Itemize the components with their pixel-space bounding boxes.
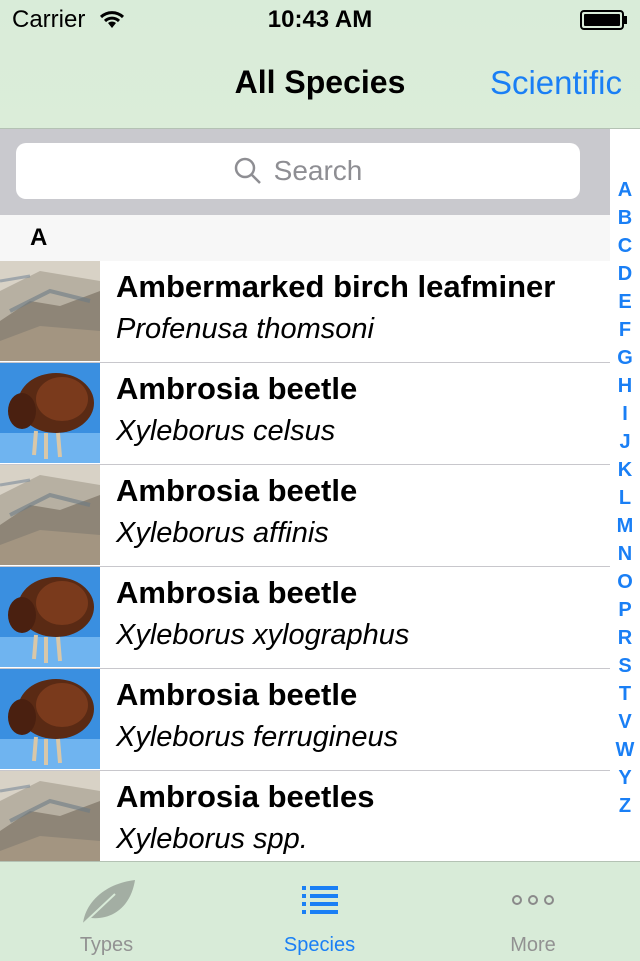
tab-label: Species <box>283 934 356 956</box>
common-name: Ambrosia beetle <box>116 473 358 508</box>
thumbnail <box>0 261 100 361</box>
list-icon <box>301 886 338 914</box>
common-name: Ambermarked birch leafminer <box>116 269 556 304</box>
index-letter-p[interactable]: P <box>610 596 640 624</box>
thumbnail <box>0 363 100 463</box>
index-letter-r[interactable]: R <box>610 624 640 652</box>
common-name: Ambrosia beetle <box>116 371 358 406</box>
scientific-name: Xyleborus celsus <box>116 415 336 447</box>
index-letter-k[interactable]: K <box>610 456 640 484</box>
index-letter-f[interactable]: F <box>610 316 640 344</box>
more-dots-icon <box>512 895 554 905</box>
status-bar: Carrier 10:43 AM <box>0 0 640 40</box>
landscape-photo <box>0 261 100 361</box>
index-letter-i[interactable]: I <box>610 400 640 428</box>
common-name: Ambrosia beetles <box>116 779 375 814</box>
status-time: 10:43 AM <box>267 6 373 33</box>
search-bar: Search <box>0 129 610 215</box>
landscape-photo <box>0 771 100 861</box>
tab-label: More <box>510 934 556 956</box>
tab-species[interactable]: Species <box>213 862 426 961</box>
beetle-photo <box>0 669 100 769</box>
index-letter-s[interactable]: S <box>610 652 640 680</box>
section-header: A <box>0 215 610 261</box>
common-name: Ambrosia beetle <box>116 575 358 610</box>
common-name: Ambrosia beetle <box>116 677 358 712</box>
tab-more[interactable]: More <box>426 862 640 961</box>
battery-icon <box>580 10 627 30</box>
index-letter-a[interactable]: A <box>610 176 640 204</box>
section-letter: A <box>30 224 48 251</box>
scientific-name: Xyleborus xylographus <box>116 619 410 651</box>
tab-bar: Types Species More <box>0 861 640 961</box>
scientific-name: Xyleborus ferrugineus <box>116 721 399 753</box>
index-letter-v[interactable]: V <box>610 708 640 736</box>
thumbnail <box>0 771 100 861</box>
index-letter-o[interactable]: O <box>610 568 640 596</box>
list-item[interactable]: Ambrosia beetle Xyleborus affinis <box>0 465 610 567</box>
search-placeholder: Search <box>273 155 363 186</box>
navigation-bar: Carrier 10:43 AM All Species Scientific <box>0 0 640 129</box>
species-list[interactable]: Search A Ambermarked birch leafminer Pro… <box>0 129 640 861</box>
tab-types[interactable]: Types <box>0 862 213 961</box>
rows-container: Ambermarked birch leafminer Profenusa th… <box>0 261 610 861</box>
index-letter-g[interactable]: G <box>610 344 640 372</box>
list-item[interactable]: Ambrosia beetle Xyleborus xylographus <box>0 567 610 669</box>
scientific-button[interactable]: Scientific <box>490 64 622 102</box>
index-letter-t[interactable]: T <box>610 680 640 708</box>
scientific-name: Xyleborus affinis <box>116 517 329 549</box>
list-item[interactable]: Ambrosia beetles Xyleborus spp. <box>0 771 610 861</box>
search-input[interactable]: Search <box>16 143 580 199</box>
landscape-photo <box>0 465 100 565</box>
index-letter-d[interactable]: D <box>610 260 640 288</box>
index-letter-j[interactable]: J <box>610 428 640 456</box>
search-icon <box>234 157 261 184</box>
list-item[interactable]: Ambermarked birch leafminer Profenusa th… <box>0 261 610 363</box>
list-item[interactable]: Ambrosia beetle Xyleborus celsus <box>0 363 610 465</box>
index-letter-b[interactable]: B <box>610 204 640 232</box>
index-letter-h[interactable]: H <box>610 372 640 400</box>
scientific-name: Profenusa thomsoni <box>116 313 374 345</box>
tab-label: Types <box>79 934 134 956</box>
index-letter-y[interactable]: Y <box>610 764 640 792</box>
section-index[interactable]: ABCDEFGHIJKLMNOPRSTVWYZ <box>610 129 640 861</box>
index-letter-n[interactable]: N <box>610 540 640 568</box>
index-letter-e[interactable]: E <box>610 288 640 316</box>
index-letter-m[interactable]: M <box>610 512 640 540</box>
thumbnail <box>0 567 100 667</box>
leaf-icon <box>79 880 135 927</box>
index-letter-z[interactable]: Z <box>610 792 640 820</box>
scientific-name: Xyleborus spp. <box>116 823 308 855</box>
index-letter-c[interactable]: C <box>610 232 640 260</box>
beetle-photo <box>0 567 100 667</box>
list-item[interactable]: Ambrosia beetle Xyleborus ferrugineus <box>0 669 610 771</box>
beetle-photo <box>0 363 100 463</box>
index-letter-l[interactable]: L <box>610 484 640 512</box>
thumbnail <box>0 669 100 769</box>
index-letter-w[interactable]: W <box>610 736 640 764</box>
thumbnail <box>0 465 100 565</box>
